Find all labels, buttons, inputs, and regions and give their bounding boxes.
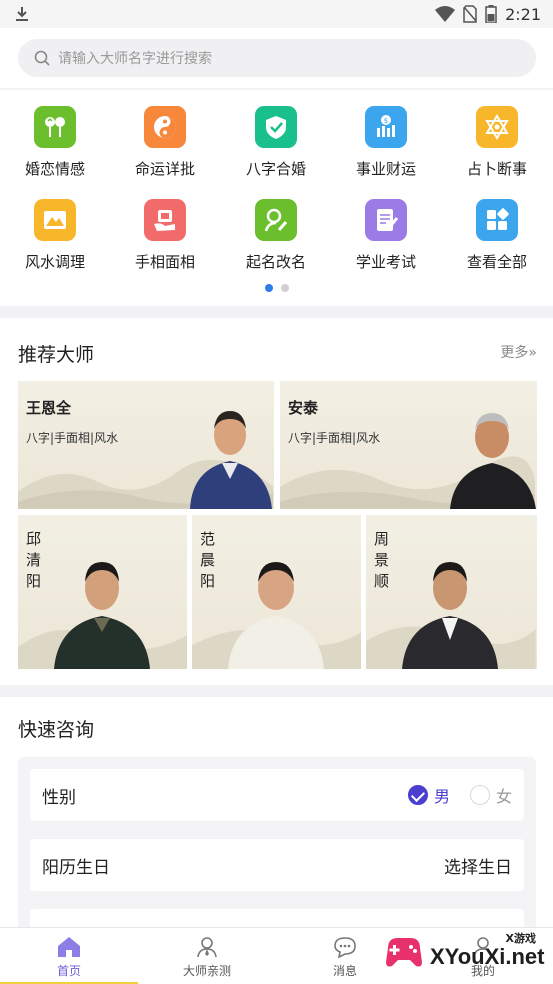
gender-options: 男 女 xyxy=(407,783,512,807)
category-label: 手相面相 xyxy=(134,253,195,271)
page-dot-1[interactable] xyxy=(264,284,273,292)
status-bar: 2:21 xyxy=(0,0,553,28)
category-all[interactable]: 查看全部 xyxy=(442,199,552,279)
tab-label: 首页 xyxy=(56,964,81,978)
master-name: 周景顺 xyxy=(374,530,390,590)
more-link[interactable]: 更多» xyxy=(500,342,537,362)
category-naming[interactable]: 起名改名 xyxy=(221,199,331,279)
tab-home[interactable]: 首页 xyxy=(0,928,138,984)
birthday-picker[interactable]: 选择生日 xyxy=(444,853,512,878)
master-tags: 八字|手面相|风水 xyxy=(26,431,119,445)
recommend-section: 推荐大师 更多» 王恩全 八字|手面相|风水 安泰 八字|手面相|风水 邱清阳 xyxy=(0,318,553,685)
wifi-icon xyxy=(435,6,456,22)
mountain-icon xyxy=(34,199,76,241)
search-placeholder: 请输入大师名字进行搜索 xyxy=(58,51,212,67)
master-photo xyxy=(402,562,498,669)
category-fengshui[interactable]: 风水调理 xyxy=(0,199,110,279)
master-name: 邱清阳 xyxy=(26,530,42,590)
master-card[interactable]: 周景顺 xyxy=(366,515,537,669)
consult-form: 性别 男 女 阳历生日 选择生日 xyxy=(18,757,536,949)
watermark: X游戏 XYouXi.net xyxy=(382,930,550,982)
master-card[interactable]: 王恩全 八字|手面相|风水 xyxy=(18,381,274,509)
gender-female-radio[interactable] xyxy=(469,785,490,805)
category-divination[interactable]: 占卜断事 xyxy=(442,106,552,186)
category-label: 占卜断事 xyxy=(466,160,527,178)
svg-text:$: $ xyxy=(384,117,388,125)
page-dot-2[interactable] xyxy=(280,284,289,292)
category-label: 婚恋情感 xyxy=(24,160,85,178)
birthday-row[interactable]: 阳历生日 选择生日 xyxy=(30,839,524,891)
master-photo xyxy=(54,562,150,669)
search-section: 请输入大师名字进行搜索 xyxy=(0,28,553,88)
category-label: 查看全部 xyxy=(466,253,527,271)
gender-female-label[interactable]: 女 xyxy=(496,783,512,807)
yin-yang-icon xyxy=(144,106,186,148)
palm-icon xyxy=(144,199,186,241)
tab-label: 消息 xyxy=(332,964,357,978)
watermark-big: XYouXi.net xyxy=(430,944,545,969)
pen-person-icon xyxy=(255,199,297,241)
category-bazi-marriage[interactable]: 八字合婚 xyxy=(221,106,331,186)
category-label: 事业财运 xyxy=(355,160,416,178)
master-name: 王恩全 xyxy=(26,399,72,417)
consult-title: 快速咨询 xyxy=(18,719,95,741)
search-input[interactable]: 请输入大师名字进行搜索 xyxy=(18,39,536,77)
gender-male-radio[interactable] xyxy=(407,785,428,805)
no-sim-icon xyxy=(463,5,477,23)
quick-consult-section: 快速咨询 性别 男 女 阳历生日 选择生日 xyxy=(0,697,553,949)
hexagram-icon xyxy=(476,106,518,148)
recommend-title: 推荐大师 xyxy=(18,344,95,366)
category-love[interactable]: 婚恋情感 xyxy=(0,106,110,186)
category-label: 命运详批 xyxy=(134,160,195,178)
search-icon xyxy=(34,50,50,66)
tab-label: 大师亲测 xyxy=(182,964,231,978)
master-card[interactable]: 范晨阳 xyxy=(192,515,361,669)
gender-male-label[interactable]: 男 xyxy=(434,783,450,807)
download-icon xyxy=(16,7,28,21)
love-balloons-icon xyxy=(34,106,76,148)
category-label: 风水调理 xyxy=(24,253,85,271)
master-photo xyxy=(190,411,272,509)
master-card[interactable]: 邱清阳 xyxy=(18,515,187,669)
gamepad-logo xyxy=(386,938,422,967)
money-chart-icon: $ xyxy=(365,106,407,148)
category-label: 八字合婚 xyxy=(245,160,306,178)
category-label: 学业考试 xyxy=(355,253,416,271)
home-icon xyxy=(58,937,80,957)
master-photo xyxy=(228,562,324,669)
battery-icon xyxy=(485,5,497,23)
master-card[interactable]: 安泰 八字|手面相|风水 xyxy=(280,381,537,509)
marriage-shield-icon xyxy=(255,106,297,148)
category-exam[interactable]: 学业考试 xyxy=(331,199,441,279)
gender-label: 性别 xyxy=(42,787,76,808)
category-career[interactable]: $ 事业财运 xyxy=(331,106,441,186)
category-label: 起名改名 xyxy=(245,253,306,271)
tab-master-test[interactable]: 大师亲测 xyxy=(138,928,276,984)
birthday-label: 阳历生日 xyxy=(42,857,110,878)
master-name: 安泰 xyxy=(288,399,319,417)
page-indicator xyxy=(0,284,553,292)
master-name: 范晨阳 xyxy=(200,530,216,590)
category-fate[interactable]: 命运详批 xyxy=(110,106,220,186)
all-grid-icon xyxy=(476,199,518,241)
master-photo xyxy=(450,413,536,509)
master-tags: 八字|手面相|风水 xyxy=(288,431,381,445)
exam-paper-icon xyxy=(365,199,407,241)
category-palm-face[interactable]: 手相面相 xyxy=(110,199,220,279)
message-icon xyxy=(334,937,356,958)
gender-row: 性别 男 女 xyxy=(30,769,524,821)
category-grid: 婚恋情感 命运详批 八字合婚 $ 事业财运 占卜断事 风水调理 手相面相 起名改… xyxy=(0,90,553,306)
clock: 2:21 xyxy=(505,4,541,24)
person-icon xyxy=(197,937,217,958)
